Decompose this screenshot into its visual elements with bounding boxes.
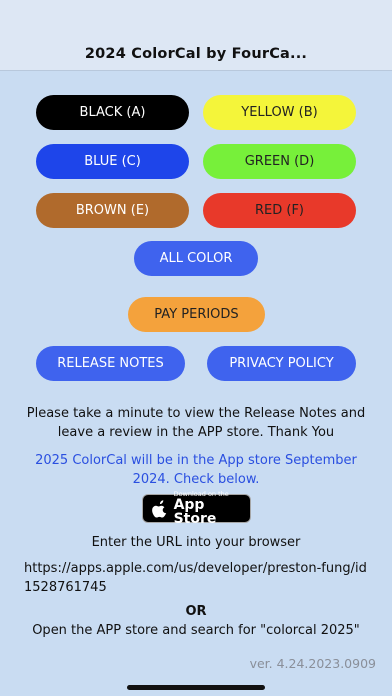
announcement-text: 2025 ColorCal will be in the App store S… <box>35 453 357 487</box>
badge-big-text: App Store <box>173 497 217 528</box>
release-notes-button[interactable]: RELEASE NOTES <box>36 346 185 381</box>
apple-logo-icon <box>152 499 167 518</box>
developer-url: https://apps.apple.com/us/developer/pres… <box>24 561 367 595</box>
green-button[interactable]: GREEN (D) <box>203 144 356 179</box>
search-instruction: Open the APP store and search for "color… <box>32 623 360 638</box>
app-store-badge[interactable]: Download on the App Store <box>142 491 251 528</box>
all-color-button[interactable]: ALL COLOR <box>134 241 258 276</box>
or-separator: OR <box>185 604 207 619</box>
page-title: 2024 ColorCal by FourCa... <box>84 46 308 62</box>
review-message: Please take a minute to view the Release… <box>26 406 366 440</box>
pay-periods-button[interactable]: PAY PERIODS <box>128 297 265 332</box>
privacy-policy-button[interactable]: PRIVACY POLICY <box>207 346 356 381</box>
brown-button[interactable]: BROWN (E) <box>36 193 189 228</box>
version-label: ver. 4.24.2023.0909 <box>249 656 376 671</box>
red-button[interactable]: RED (F) <box>203 193 356 228</box>
navigation-bar: 2024 ColorCal by FourCa... <box>0 0 392 71</box>
blue-button[interactable]: BLUE (C) <box>36 144 189 179</box>
black-button[interactable]: BLACK (A) <box>36 95 189 130</box>
home-indicator[interactable] <box>127 685 265 690</box>
enter-url-instruction: Enter the URL into your browser <box>91 535 301 550</box>
yellow-button[interactable]: YELLOW (B) <box>203 95 356 130</box>
